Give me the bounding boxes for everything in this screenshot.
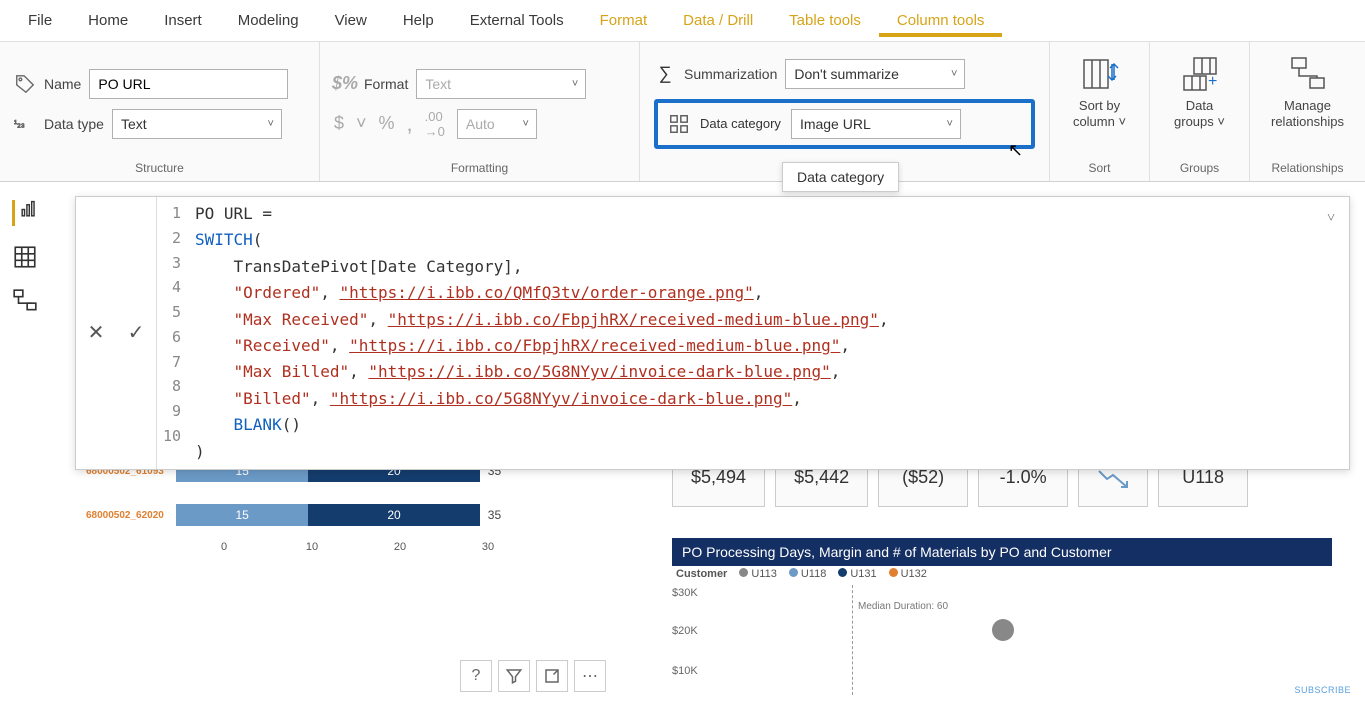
help-icon[interactable]: ? — [460, 660, 492, 692]
summarization-select[interactable]: Don't summarize — [785, 59, 965, 89]
auto-select: Auto — [457, 109, 537, 139]
ribbon-group-groups: + Data groups ˅ Groups — [1150, 42, 1250, 181]
summarization-label: Summarization — [684, 66, 777, 82]
scatter-chart[interactable]: $30K $20K $10K Median Duration: 60 — [672, 585, 1332, 705]
name-label: Name — [44, 76, 81, 92]
legend-label: Customer — [676, 568, 727, 580]
scatter-y-label: $10K — [672, 665, 698, 677]
model-view-icon[interactable] — [12, 288, 38, 314]
filter-icon[interactable] — [498, 660, 530, 692]
sort-by-column-button[interactable]: Sort by column ˅ — [1064, 50, 1135, 133]
formula-code[interactable]: PO URL = SWITCH( TransDatePivot[Date Cat… — [195, 201, 1349, 465]
formula-collapse-icon[interactable]: ˅ — [1327, 207, 1335, 230]
visual-toolbar: ? ⋯ — [460, 660, 606, 692]
ribbon: Name ¹₂₃ Data type Text Structure $% For… — [0, 42, 1365, 182]
focus-icon[interactable] — [536, 660, 568, 692]
scatter-ref-line — [852, 585, 853, 695]
bar-seg1: 15 — [176, 504, 308, 526]
group-label-formatting: Formatting — [334, 161, 625, 175]
menu-view[interactable]: View — [317, 4, 385, 37]
data-category-highlight: Data category Image URL — [654, 99, 1035, 149]
data-groups-button[interactable]: + Data groups ˅ — [1164, 50, 1235, 133]
data-view-icon[interactable] — [12, 244, 38, 270]
formula-editor[interactable]: 12345678910 PO URL = SWITCH( TransDatePi… — [157, 197, 1349, 469]
menu-external-tools[interactable]: External Tools — [452, 4, 582, 37]
percent-button: % — [379, 113, 395, 134]
menu-modeling[interactable]: Modeling — [220, 4, 317, 37]
svg-text:¹₂₃: ¹₂₃ — [14, 118, 25, 129]
group-label-groups: Groups — [1164, 161, 1235, 175]
menubar: File Home Insert Modeling View Help Exte… — [0, 0, 1365, 42]
more-icon[interactable]: ⋯ — [574, 660, 606, 692]
currency-button: $ — [334, 113, 344, 134]
menu-home[interactable]: Home — [70, 4, 146, 37]
ribbon-group-sort: Sort by column ˅ Sort — [1050, 42, 1150, 181]
category-icon — [668, 113, 690, 135]
manage-relationships-button[interactable]: Manage relationships — [1264, 50, 1351, 133]
menu-file[interactable]: File — [10, 4, 70, 37]
formula-bar: ✕ ✓ 12345678910 PO URL = SWITCH( TransDa… — [75, 196, 1350, 470]
format-icon: $% — [334, 73, 356, 95]
decimals-button: .00→0 — [425, 109, 445, 139]
dropdown-icon: ˅ — [356, 113, 367, 134]
line-gutter: 12345678910 — [157, 201, 187, 449]
data-type-select[interactable]: Text — [112, 109, 282, 139]
bar-row: 68000502_62020 15 20 35 — [86, 497, 666, 533]
data-category-tooltip: Data category — [782, 162, 899, 192]
bar-total: 35 — [488, 508, 501, 522]
menu-data-drill[interactable]: Data / Drill — [665, 4, 771, 37]
format-select: Text — [416, 69, 586, 99]
menu-help[interactable]: Help — [385, 4, 452, 37]
data-category-label: Data category — [700, 116, 781, 131]
sigma-icon: ∑ — [654, 63, 676, 85]
view-rail — [0, 190, 50, 314]
group-label-sort: Sort — [1064, 161, 1135, 175]
comma-button: , — [407, 111, 413, 137]
menu-format[interactable]: Format — [582, 4, 666, 37]
ribbon-group-properties: ∑ Summarization Don't summarize Data cat… — [640, 42, 1050, 181]
scatter-section-title: PO Processing Days, Margin and # of Mate… — [672, 538, 1332, 566]
formula-commit-button[interactable]: ✓ — [116, 197, 156, 469]
relationships-label: Manage relationships — [1271, 98, 1344, 129]
svg-text:+: + — [1208, 73, 1217, 90]
scatter-y-label: $30K — [672, 587, 698, 599]
tag-icon — [14, 73, 36, 95]
data-type-icon: ¹₂₃ — [14, 113, 36, 135]
sort-label: Sort by column ˅ — [1073, 98, 1126, 129]
formula-cancel-button[interactable]: ✕ — [76, 197, 116, 469]
ribbon-group-relationships: Manage relationships Relationships — [1250, 42, 1365, 181]
ribbon-group-formatting: $% Format Text $ ˅ % , .00→0 Auto Format… — [320, 42, 640, 181]
scatter-ref-label: Median Duration: 60 — [858, 601, 948, 612]
data-type-label: Data type — [44, 116, 104, 132]
menu-column-tools[interactable]: Column tools — [879, 4, 1003, 37]
group-label-relationships: Relationships — [1264, 161, 1351, 175]
groups-label: Data groups ˅ — [1174, 98, 1225, 129]
bar-seg2: 20 — [308, 504, 480, 526]
scatter-bubble — [992, 619, 1014, 641]
ribbon-group-structure: Name ¹₂₃ Data type Text Structure — [0, 42, 320, 181]
scatter-y-label: $20K — [672, 625, 698, 637]
report-view-icon[interactable] — [12, 200, 38, 226]
bar-category: 68000502_62020 — [86, 510, 176, 521]
name-input[interactable] — [89, 69, 288, 99]
format-label: Format — [364, 76, 408, 92]
menu-table-tools[interactable]: Table tools — [771, 4, 879, 37]
data-category-select[interactable]: Image URL — [791, 109, 961, 139]
scatter-legend: Customer U113 U118 U131 U132 — [676, 568, 927, 580]
menu-insert[interactable]: Insert — [146, 4, 220, 37]
bars-x-axis: 0 10 20 30 — [180, 541, 666, 553]
group-label-structure: Structure — [14, 161, 305, 175]
